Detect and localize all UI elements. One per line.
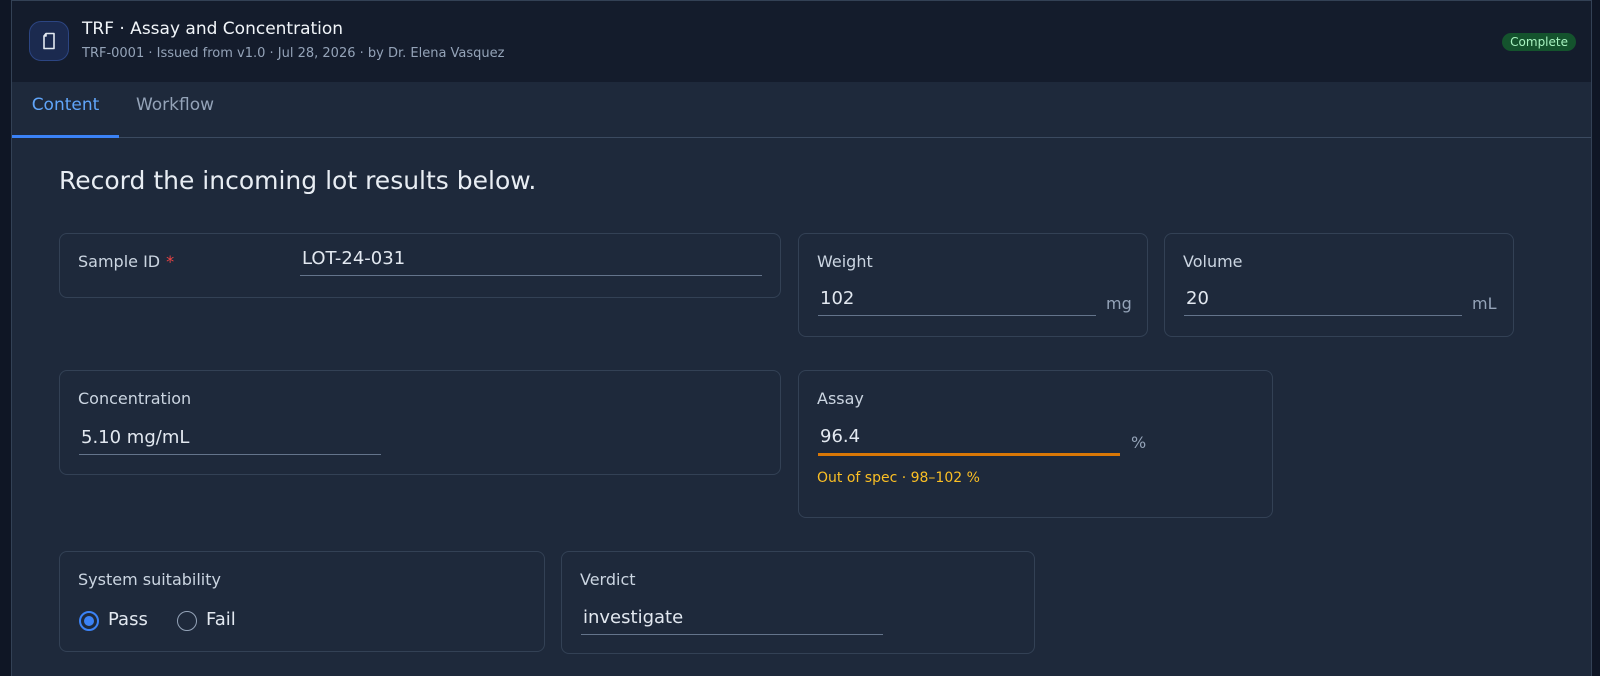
fail-radio-label[interactable]: Fail xyxy=(206,609,236,630)
weight-field[interactable]: 102 xyxy=(818,286,1096,316)
sample-id-field[interactable]: LOT-24-031 xyxy=(300,246,762,276)
volume-unit: mL xyxy=(1472,294,1497,313)
assay-card: Assay 96.4 % Out of spec · 98–102 % xyxy=(798,370,1273,518)
volume-label: Volume xyxy=(1183,252,1243,271)
concentration-field[interactable]: 5.10 mg/mL xyxy=(79,425,381,455)
sample-id-label-text: Sample ID xyxy=(78,252,161,271)
sample-id-label: Sample ID * xyxy=(78,252,174,271)
assay-field[interactable]: 96.4 xyxy=(818,424,1120,456)
weight-label: Weight xyxy=(817,252,873,271)
volume-field[interactable]: 20 xyxy=(1184,286,1462,316)
form-instructions: Record the incoming lot results below. xyxy=(59,166,537,195)
weight-card: Weight 102 mg xyxy=(798,233,1148,337)
verdict-card: Verdict investigate xyxy=(561,551,1035,654)
tab-content[interactable]: Content xyxy=(12,82,119,138)
system-suitability-card: System suitability Pass Fail xyxy=(59,551,545,652)
tab-workflow[interactable]: Workflow xyxy=(129,82,221,137)
tab-workflow-label: Workflow xyxy=(135,95,215,115)
verdict-field[interactable]: investigate xyxy=(581,605,883,635)
form-window: TRF · Assay and Concentration TRF-0001 ·… xyxy=(11,0,1592,676)
concentration-label: Concentration xyxy=(78,389,192,408)
header: TRF · Assay and Concentration TRF-0001 ·… xyxy=(12,1,1591,82)
tab-bar: Content Workflow xyxy=(12,82,1591,138)
document-icon xyxy=(29,21,69,61)
system-suitability-label: System suitability xyxy=(78,570,221,589)
tab-content-label: Content xyxy=(31,95,100,115)
sample-id-card: Sample ID * LOT-24-031 xyxy=(59,233,781,298)
active-tab-indicator xyxy=(12,135,119,138)
fail-radio[interactable] xyxy=(177,611,197,631)
concentration-card: Concentration 5.10 mg/mL xyxy=(59,370,781,475)
assay-out-of-spec-warning: Out of spec · 98–102 % xyxy=(817,470,980,486)
volume-card: Volume 20 mL xyxy=(1164,233,1514,337)
document-meta: TRF-0001 · Issued from v1.0 · Jul 28, 20… xyxy=(82,46,505,61)
pass-radio-label[interactable]: Pass xyxy=(108,609,148,630)
weight-unit: mg xyxy=(1106,294,1132,313)
pass-radio[interactable] xyxy=(79,611,99,631)
assay-label: Assay xyxy=(817,389,864,408)
required-marker: * xyxy=(166,252,175,271)
page-title: TRF · Assay and Concentration xyxy=(82,19,344,39)
verdict-label: Verdict xyxy=(580,570,636,589)
status-badge: Complete xyxy=(1502,33,1576,51)
assay-unit: % xyxy=(1131,433,1147,452)
